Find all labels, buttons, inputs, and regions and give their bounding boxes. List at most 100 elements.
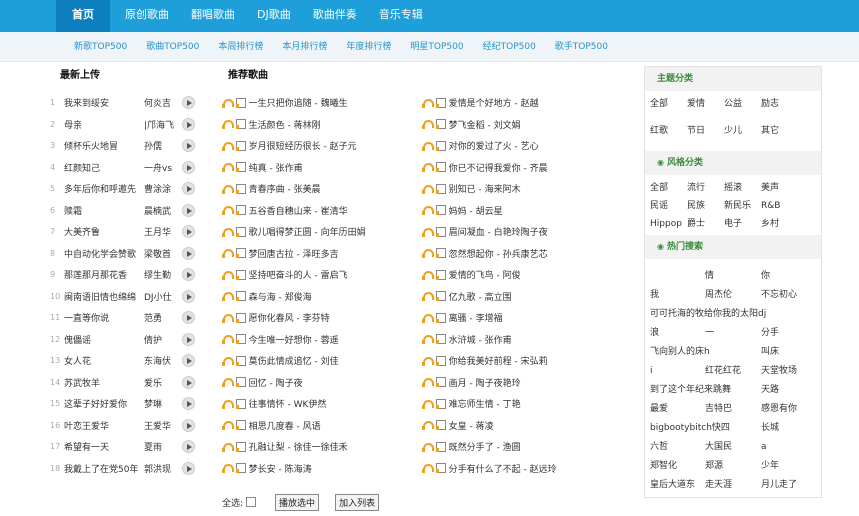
song-title-link[interactable]: 希望有一天	[64, 440, 144, 453]
hot-search-term[interactable]: 感恩有你	[761, 400, 797, 419]
recommended-song-link[interactable]: 纯真 - 张作甫	[249, 161, 422, 174]
play-icon[interactable]	[182, 139, 195, 153]
top-nav-item[interactable]: DJ歌曲	[248, 0, 300, 32]
recommended-song-link[interactable]: 难忘师生情 - 丁艳	[449, 397, 622, 410]
sub-nav-item[interactable]: 新歌TOP500	[74, 32, 127, 62]
play-icon[interactable]	[182, 332, 195, 346]
hot-search-term[interactable]: 吉特巴	[705, 400, 761, 419]
recommended-song-link[interactable]: 女皇 - 蒋凌	[449, 419, 622, 432]
style-tag[interactable]: 摇滚	[724, 181, 761, 195]
artist-link[interactable]: 爱乐	[144, 376, 178, 389]
hot-search-term[interactable]: 皇后大道东	[650, 476, 705, 495]
artist-link[interactable]: 夏雨	[144, 440, 178, 453]
play-icon[interactable]	[182, 268, 195, 282]
style-tag[interactable]: 民谣	[650, 199, 687, 213]
artist-link[interactable]: 一舟vs	[144, 161, 178, 174]
theme-tag[interactable]: 红歌	[650, 124, 687, 138]
recommended-song-link[interactable]: 往事情怀 - WK伊然	[249, 397, 422, 410]
hot-search-term[interactable]	[705, 419, 761, 438]
artist-link[interactable]: 郭洪现	[144, 462, 178, 475]
artist-link[interactable]: 梦琳	[144, 397, 178, 410]
hot-search-term[interactable]: 你	[761, 267, 770, 286]
sub-nav-item[interactable]: 明星TOP500	[410, 32, 463, 62]
play-icon[interactable]	[182, 461, 195, 475]
song-title-link[interactable]: 女人花	[64, 354, 144, 367]
hot-search-term[interactable]: 最爱	[650, 400, 705, 419]
hot-search-term[interactable]: 分手	[761, 324, 779, 343]
recommended-song-link[interactable]: 五谷香自穗山来 - 崔清华	[249, 204, 422, 217]
hot-search-term[interactable]: 少年	[761, 457, 779, 476]
style-tag[interactable]: 新民乐	[724, 199, 761, 213]
recommended-song-link[interactable]: 今生唯一好想你 - 蓉遥	[249, 333, 422, 346]
hot-search-term[interactable]: 到了这个年纪来跳舞	[650, 381, 731, 400]
hot-search-term[interactable]: 月儿走了	[761, 476, 797, 495]
hot-search-term[interactable]: 走天涯	[705, 476, 761, 495]
artist-link[interactable]: 范勇	[144, 311, 178, 324]
artist-link[interactable]: 孙儒	[144, 139, 178, 152]
recommended-song-link[interactable]: 坚持吧奋斗的人 - 雷启飞	[249, 268, 422, 281]
recommended-song-link[interactable]: 分手有什么了不起 - 赵远玲	[449, 462, 622, 475]
recommended-song-link[interactable]: 水浒城 - 张作甫	[449, 333, 622, 346]
play-icon[interactable]	[182, 418, 195, 432]
play-icon[interactable]	[182, 375, 195, 389]
artist-link[interactable]: 东海伏	[144, 354, 178, 367]
style-tag[interactable]: 美声	[761, 181, 798, 195]
recommended-song-link[interactable]: 你已不记得我爱你 - 齐晨	[449, 161, 622, 174]
song-title-link[interactable]: 母亲	[64, 118, 144, 131]
song-title-link[interactable]: 红颜知己	[64, 161, 144, 174]
recommended-song-link[interactable]: 既然分手了 - 渔圆	[449, 440, 622, 453]
sub-nav-item[interactable]: 本周排行榜	[218, 32, 263, 62]
play-icon[interactable]	[182, 311, 195, 325]
hot-search-term[interactable]: 郑源	[705, 457, 761, 476]
play-icon[interactable]	[182, 225, 195, 239]
artist-link[interactable]: 倩护	[144, 333, 178, 346]
style-tag[interactable]: 民族	[687, 199, 724, 213]
recommended-song-link[interactable]: 梦飞金稻 - 刘文娟	[449, 118, 622, 131]
play-icon[interactable]	[182, 203, 195, 217]
artist-link[interactable]: 缪生勤	[144, 268, 178, 281]
recommended-song-link[interactable]: 愿你化春风 - 李芬特	[249, 311, 422, 324]
artist-link[interactable]: 何炎吉	[144, 96, 178, 109]
artist-link[interactable]: DJ小仕	[144, 290, 178, 303]
hot-search-term[interactable]: 六哲	[650, 438, 705, 457]
hot-search-term[interactable]: bigbootybitch快四	[650, 419, 730, 438]
style-tag[interactable]: 流行	[687, 181, 724, 195]
hot-search-term[interactable]	[705, 305, 761, 324]
song-title-link[interactable]: 中自动化学会赞歌	[64, 247, 144, 260]
song-title-link[interactable]: 一直等你说	[64, 311, 144, 324]
top-nav-item[interactable]: 原创歌曲	[116, 0, 178, 32]
recommended-song-link[interactable]: 画月 - 陶子夜艳玲	[449, 376, 622, 389]
play-icon[interactable]	[182, 397, 195, 411]
recommended-song-link[interactable]: 亿九歌 - 高立围	[449, 290, 622, 303]
song-title-link[interactable]: 苏武牧羊	[64, 376, 144, 389]
sub-nav-item[interactable]: 经纪TOP500	[483, 32, 536, 62]
theme-tag[interactable]: 全部	[650, 97, 687, 111]
theme-tag[interactable]: 励志	[761, 97, 798, 111]
recommended-song-link[interactable]: 相思几度春 - 风语	[249, 419, 422, 432]
recommended-song-link[interactable]: 爱情的飞鸟 - 阿俊	[449, 268, 622, 281]
sub-nav-item[interactable]: 年度排行榜	[346, 32, 391, 62]
hot-search-term[interactable]: 情	[705, 267, 761, 286]
song-title-link[interactable]: 这辈子好好爱你	[64, 397, 144, 410]
theme-tag[interactable]: 爱情	[687, 97, 724, 111]
artist-link[interactable]: 王月华	[144, 225, 178, 238]
hot-search-term[interactable]: 叫床	[761, 343, 779, 362]
recommended-song-link[interactable]: 忽然想起你 - 孙兵康艺芯	[449, 247, 622, 260]
recommended-song-link[interactable]: 别知已 - 海来阿木	[449, 182, 622, 195]
artist-link[interactable]: 王爱华	[144, 419, 178, 432]
sub-nav-item[interactable]: 本月排行榜	[282, 32, 327, 62]
theme-tag[interactable]: 公益	[724, 97, 761, 111]
recommended-song-link[interactable]: 莫伤此情成追忆 - 刘佳	[249, 354, 422, 367]
play-icon[interactable]	[182, 160, 195, 174]
recommended-song-link[interactable]: 离骚 - 李增福	[449, 311, 622, 324]
recommended-song-link[interactable]: 对你的爱过了火 - 艺心	[449, 139, 622, 152]
theme-tag[interactable]: 少儿	[724, 124, 761, 138]
recommended-song-link[interactable]: 生活颜色 - 蒋林刚	[249, 118, 422, 131]
hot-search-term[interactable]: 飞向别人的床h	[650, 343, 710, 362]
hot-search-term[interactable]	[650, 267, 705, 286]
select-all-checkbox[interactable]	[246, 497, 257, 507]
hot-search-term[interactable]: 郑智化	[650, 457, 705, 476]
artist-link[interactable]: 曹涂涂	[144, 182, 178, 195]
recommended-song-link[interactable]: 妈妈 - 胡云星	[449, 204, 622, 217]
hot-search-term[interactable]: 大国民	[705, 438, 761, 457]
